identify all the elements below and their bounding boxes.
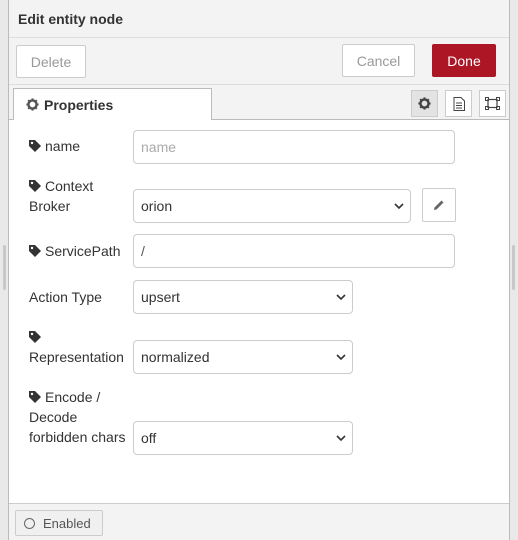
service-path-input[interactable]: / xyxy=(133,234,455,268)
context-broker-label: Context Broker xyxy=(29,178,94,214)
gear-icon xyxy=(26,98,39,111)
enabled-label: Enabled xyxy=(43,515,91,531)
description-tab-button[interactable] xyxy=(445,90,472,117)
enabled-toggle[interactable]: Enabled xyxy=(15,510,103,536)
service-path-label: ServicePath xyxy=(29,241,120,261)
circle-icon xyxy=(24,517,35,529)
document-icon xyxy=(453,96,465,111)
tab-properties[interactable]: Properties xyxy=(13,88,212,121)
action-type-label: Action Type xyxy=(29,289,102,305)
name-input[interactable]: name xyxy=(133,130,455,164)
chevron-down-icon xyxy=(336,435,346,442)
tag-icon xyxy=(29,140,41,152)
tag-icon xyxy=(29,391,41,403)
tag-icon xyxy=(29,180,41,192)
representation-label: Representation xyxy=(29,327,124,367)
tray-header: Edit entity node xyxy=(9,0,509,38)
tabs-bar: Properties xyxy=(9,85,509,121)
context-broker-select[interactable]: orion xyxy=(133,189,411,223)
action-type-select[interactable]: upsert xyxy=(133,280,353,314)
chevron-down-icon xyxy=(394,203,404,210)
name-label: name xyxy=(29,136,80,156)
properties-panel: name name Context Broker orion ServicePat… xyxy=(9,120,509,503)
representation-select[interactable]: normalized xyxy=(133,340,353,374)
edit-tray: Edit entity node Delete Cancel Done Prop… xyxy=(8,0,510,540)
left-resize-handle[interactable] xyxy=(3,245,6,290)
appearance-tab-button[interactable] xyxy=(479,90,506,117)
cancel-button[interactable]: Cancel xyxy=(342,44,415,77)
chevron-down-icon xyxy=(336,354,346,361)
tray-footer: Enabled xyxy=(9,503,509,540)
encode-decode-select[interactable]: off xyxy=(133,421,353,455)
tag-icon xyxy=(29,331,41,343)
right-resize-handle[interactable] xyxy=(512,245,515,290)
tab-properties-label: Properties xyxy=(44,96,114,113)
encode-decode-label: Encode / Decode forbidden chars xyxy=(29,389,126,445)
tray-title: Edit entity node xyxy=(18,11,123,27)
frame-icon xyxy=(485,97,500,110)
edit-broker-button[interactable] xyxy=(422,188,456,222)
chevron-down-icon xyxy=(336,294,346,301)
tag-icon xyxy=(29,245,41,257)
properties-tab-button[interactable] xyxy=(411,90,438,117)
done-button[interactable]: Done xyxy=(432,44,496,77)
delete-button[interactable]: Delete xyxy=(16,45,86,78)
gear-icon xyxy=(418,97,431,110)
pencil-icon xyxy=(434,200,444,210)
tray-toolbar: Delete Cancel Done xyxy=(9,38,509,85)
